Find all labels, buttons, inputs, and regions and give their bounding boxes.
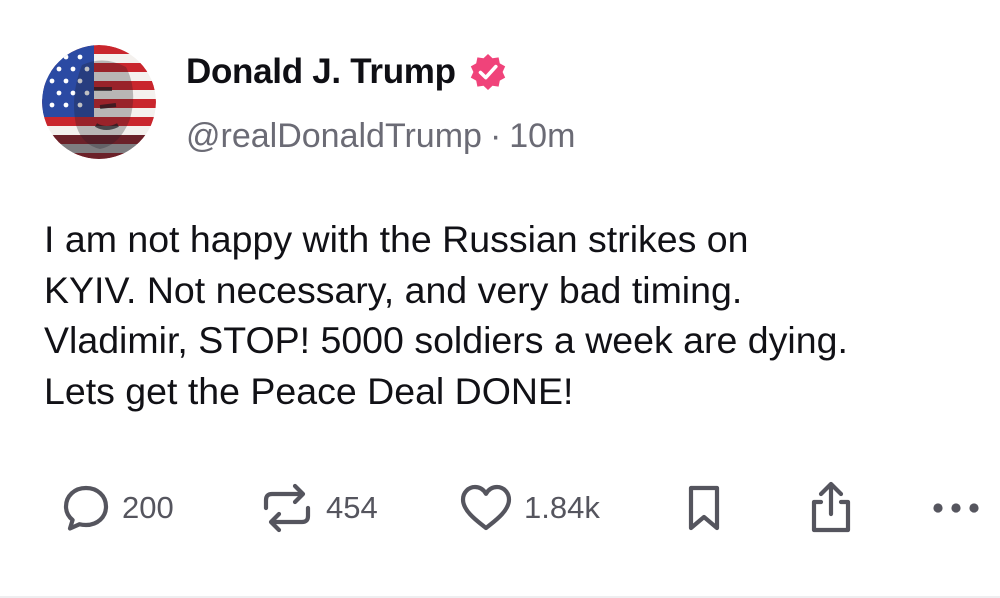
post-actions-bar: 200 454 1.84k bbox=[0, 478, 1000, 538]
post-card: Donald J. Trump @realDonaldTrump · 10m I a… bbox=[0, 0, 1000, 598]
reply-count: 200 bbox=[122, 490, 174, 525]
post-meta: @realDonaldTrump · 10m bbox=[186, 114, 575, 158]
post-timestamp[interactable]: 10m bbox=[509, 117, 575, 155]
repost-button[interactable]: 454 bbox=[258, 478, 378, 538]
share-button[interactable] bbox=[806, 478, 856, 538]
more-options-button[interactable] bbox=[930, 478, 982, 538]
like-count: 1.84k bbox=[524, 490, 600, 525]
repost-count: 454 bbox=[326, 490, 378, 525]
like-button[interactable]: 1.84k bbox=[458, 478, 600, 538]
meta-separator: · bbox=[489, 117, 502, 155]
reply-icon bbox=[63, 485, 109, 531]
bookmark-button[interactable] bbox=[684, 478, 724, 538]
flag-portrait-avatar-icon bbox=[42, 45, 156, 159]
avatar[interactable] bbox=[42, 45, 156, 159]
post-body-text: I am not happy with the Russian strikes … bbox=[44, 218, 848, 412]
heart-icon bbox=[460, 484, 512, 531]
reply-button[interactable]: 200 bbox=[60, 478, 174, 538]
author-name-text: Donald J. Trump bbox=[186, 52, 456, 91]
repost-icon bbox=[263, 483, 311, 533]
more-icon bbox=[933, 503, 979, 513]
verified-badge-icon bbox=[468, 52, 508, 92]
author-display-name[interactable]: Donald J. Trump bbox=[186, 50, 508, 94]
author-handle[interactable]: @realDonaldTrump bbox=[186, 117, 482, 155]
share-icon bbox=[811, 481, 851, 533]
bookmark-icon bbox=[688, 485, 720, 531]
